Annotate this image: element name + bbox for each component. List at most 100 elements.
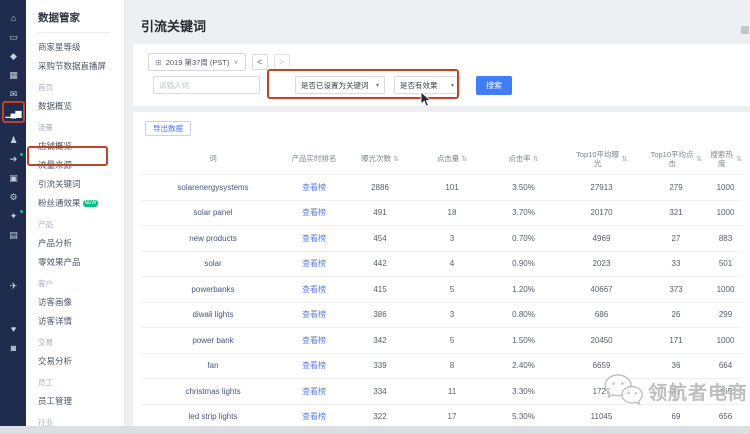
column-header-label: 产品实时排名 (292, 154, 337, 163)
panel-toggle-icon[interactable] (741, 26, 749, 34)
sidebar-item-label: 商家星等级 (38, 41, 81, 53)
keyword-search-input[interactable] (153, 76, 260, 94)
table-row: diwali lights查看榜38630.80%68626299 (141, 302, 742, 328)
top10-exposure-cell: 2023 (560, 259, 643, 268)
sidebar-title: 数据管家 (38, 10, 124, 25)
column-header-0: 词 (141, 154, 285, 163)
sidebar-item-visitor-profile[interactable]: 访客画像 (38, 296, 124, 308)
share-arrow-icon-button[interactable]: ➔ (0, 150, 26, 169)
view-ranking-link[interactable]: 查看榜 (302, 387, 326, 396)
set-as-keyword-dropdown[interactable]: 是否已设置为关键词 ▾ (295, 76, 385, 94)
sidebar-item-purchase-festival-live[interactable]: 采购节数据直播屏 (38, 60, 124, 72)
exposures-cell: 386 (343, 310, 417, 319)
prev-week-button[interactable]: < (252, 54, 268, 70)
top10-exposure-cell: 40667 (560, 285, 643, 294)
keyword-cell: fan (141, 361, 285, 370)
shopping-bag-icon-button[interactable]: ✦ (0, 207, 26, 226)
rank-cell: 查看榜 (285, 284, 343, 295)
settings-gear-icon-button[interactable]: ⚙ (0, 188, 26, 207)
export-data-button[interactable]: 导出数据 (145, 121, 191, 136)
user-icon-button[interactable]: ♟ (0, 131, 26, 150)
home-icon-button[interactable]: ⌂ (0, 9, 26, 28)
week-picker[interactable]: ⊞ 2019 第37周 (PST) ∨ (148, 53, 246, 71)
sidebar-item-trade-analysis[interactable]: 交易分析 (38, 355, 124, 367)
has-effect-dropdown[interactable]: 是否有效果 ▾ (394, 76, 460, 94)
analytics-chart-icon-button[interactable]: ▁▄▆ (0, 104, 26, 123)
chevron-down-icon: ∨ (233, 58, 238, 66)
clicks-cell: 8 (417, 361, 487, 370)
view-ranking-link[interactable]: 查看榜 (302, 208, 326, 217)
column-header-5[interactable]: Top10平均曝光⇅ (560, 150, 643, 169)
heart-icon: ♥ (11, 325, 15, 334)
store-icon-button[interactable]: ▭ (0, 28, 26, 47)
badge-icon-button[interactable]: ◆ (0, 47, 26, 66)
archive-box-icon-button[interactable]: ▣ (0, 169, 26, 188)
view-ranking-link[interactable]: 查看榜 (302, 259, 326, 268)
exposures-cell: 415 (343, 285, 417, 294)
heart-icon-button[interactable]: ♥ (0, 320, 26, 339)
sidebar-section-label: 行业 (38, 417, 124, 426)
rank-cell: 查看榜 (285, 207, 343, 218)
column-header-label: Top10平均点击 (650, 150, 694, 169)
briefcase-icon: ▤ (9, 231, 17, 240)
view-ranking-link[interactable]: 查看榜 (302, 361, 326, 370)
table-header-row: 词产品实时排名曝光次数⇅点击量⇅点击率⇅Top10平均曝光⇅Top10平均点击⇅… (141, 144, 742, 174)
search-button[interactable]: 搜索 (476, 76, 512, 95)
sidebar-item-shop-overview[interactable]: 店铺概览 (38, 140, 124, 152)
sidebar-item-seller-star-level[interactable]: 商家星等级 (38, 41, 124, 53)
column-header-1: 产品实时排名 (285, 154, 343, 163)
apps-grid-icon-button[interactable]: ▦ (0, 66, 26, 85)
send-plane-icon-button[interactable]: ✈ (0, 277, 26, 296)
keyword-cell: powerbanks (141, 285, 285, 294)
view-ranking-link[interactable]: 查看榜 (302, 336, 326, 345)
sidebar-item-traffic-source[interactable]: 流量来源 (38, 159, 124, 171)
sidebar-item-data-overview[interactable]: 数据概览 (38, 100, 124, 112)
search-heat-cell: 501 (709, 259, 742, 268)
top10-clicks-cell: 69 (643, 412, 709, 421)
top10-exposure-cell: 4969 (560, 234, 643, 243)
ctr-cell: 1.50% (487, 336, 560, 345)
message-icon-button[interactable]: ✉ (0, 85, 26, 104)
share-arrow-icon: ➔ (10, 155, 17, 164)
column-header-2[interactable]: 曝光次数⇅ (343, 154, 417, 163)
ctr-cell: 3.70% (487, 208, 560, 217)
table-row: christmas lights查看榜334113.30%172735465 (141, 378, 742, 404)
view-ranking-link[interactable]: 查看榜 (302, 412, 326, 421)
table-row: power bank查看榜34251.50%204501711000 (141, 327, 742, 353)
top10-clicks-cell: 26 (643, 310, 709, 319)
sidebar-item-zero-effect-products[interactable]: 零效果产品 (38, 256, 124, 268)
column-header-3[interactable]: 点击量⇅ (417, 154, 487, 163)
sidebar-item-label: 粉丝通效果 (38, 197, 81, 209)
clicks-cell: 5 (417, 285, 487, 294)
exposures-cell: 2886 (343, 183, 417, 192)
apps-grid-icon: ▦ (9, 71, 17, 80)
view-ranking-link[interactable]: 查看榜 (302, 285, 326, 294)
column-header-7[interactable]: 搜索热度⇅ (709, 150, 742, 169)
calendar-icon: ⊞ (155, 58, 162, 67)
sidebar-item-label: 访客画像 (38, 296, 72, 308)
sidebar-section-label: 员工 (38, 377, 124, 388)
column-header-4[interactable]: 点击率⇅ (487, 154, 560, 163)
table-body: solarenergysystems查看榜28861013.50%2791327… (141, 174, 742, 429)
sidebar-section-label: 客户 (38, 278, 124, 289)
view-ranking-link[interactable]: 查看榜 (302, 310, 326, 319)
column-header-6[interactable]: Top10平均点击⇅ (643, 150, 709, 169)
sidebar-item-traffic-keywords[interactable]: 引流关键词 (38, 178, 124, 190)
sidebar-item-product-analysis[interactable]: 产品分析 (38, 237, 124, 249)
week-picker-value: 2019 第37周 (PST) (166, 57, 230, 68)
view-ranking-link[interactable]: 查看榜 (302, 234, 326, 243)
next-week-button[interactable]: > (274, 54, 290, 70)
ctr-cell: 0.80% (487, 310, 560, 319)
clicks-cell: 11 (417, 387, 487, 396)
exposures-cell: 491 (343, 208, 417, 217)
settings-gear-icon: ⚙ (9, 193, 16, 202)
sidebar-item-staff-management[interactable]: 员工管理 (38, 395, 124, 407)
view-ranking-link[interactable]: 查看榜 (302, 183, 326, 192)
briefcase-icon-button[interactable]: ▤ (0, 226, 26, 245)
sidebar-item-fans-effect[interactable]: 粉丝通效果NEW (38, 197, 124, 209)
user-icon: ♟ (9, 136, 16, 145)
top10-exposure-cell: 1727 (560, 387, 643, 396)
sidebar-item-visitor-detail[interactable]: 访客详情 (38, 315, 124, 327)
sort-icon: ⇅ (736, 155, 742, 163)
camera-icon-button[interactable]: ◙ (0, 339, 26, 358)
